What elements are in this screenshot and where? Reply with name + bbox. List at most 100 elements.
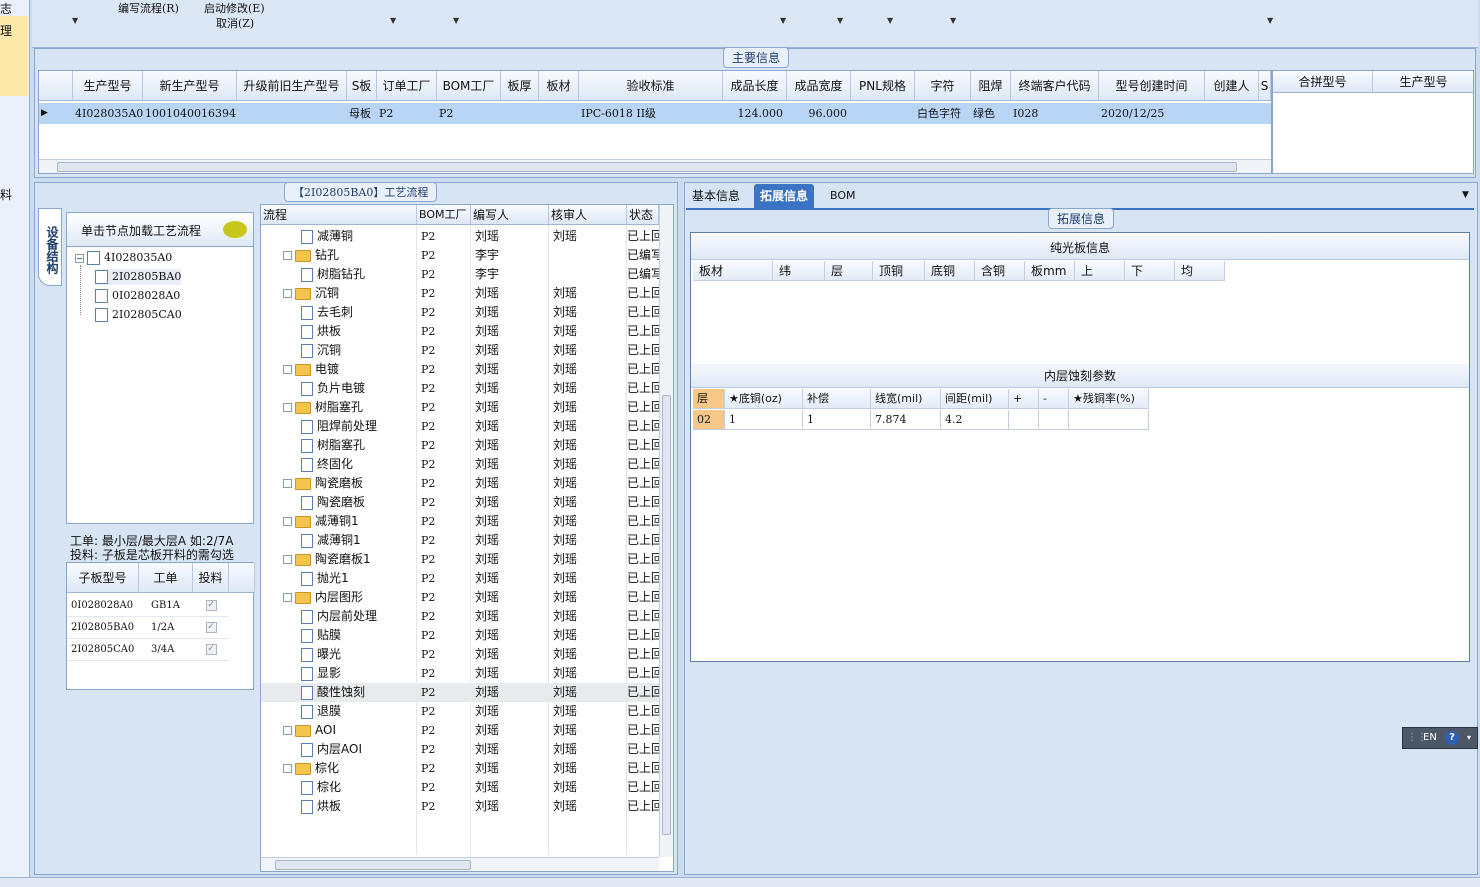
table-cell[interactable]: 96.000 [787,103,851,124]
collapse-icon[interactable] [283,289,292,298]
reviewer[interactable]: 刘瑶 [553,227,623,246]
column-header[interactable]: 状态 [627,205,659,225]
status[interactable]: 已上回 [627,303,659,322]
bom-factory[interactable]: P2 [421,797,469,816]
collapse-icon[interactable]: − [75,253,84,263]
table-cell[interactable]: 2020/12/25 [1099,103,1205,124]
reviewer[interactable]: 刘瑶 [553,645,623,664]
status[interactable]: 已上回 [627,360,659,379]
reviewer[interactable]: 刘瑶 [553,284,623,303]
writer[interactable]: 刘瑶 [475,417,545,436]
flow-row[interactable]: 减薄铜 P2 刘瑶 刘瑶 已上回 [261,227,659,246]
status[interactable]: 已上回 [627,417,659,436]
writer[interactable]: 刘瑶 [475,702,545,721]
bom-factory[interactable]: P2 [421,512,469,531]
table-cell[interactable] [501,103,539,124]
left-nav-item-2[interactable]: 理 [0,22,12,39]
bom-factory[interactable]: P2 [421,284,469,303]
column-header[interactable]: 升级前旧生产型号 [237,71,347,101]
column-header[interactable]: 成品长度 [723,71,787,101]
flow-step[interactable]: 烘板 [301,322,411,341]
collapse-icon[interactable] [283,251,292,260]
reviewer[interactable]: 刘瑶 [553,664,623,683]
flow-step[interactable]: 树脂塞孔 [283,398,411,417]
table-cell[interactable]: 母板 [347,103,377,124]
bom-factory[interactable]: P2 [421,569,469,588]
bom-factory[interactable]: P2 [421,759,469,778]
flow-row[interactable]: 贴膜 P2 刘瑶 刘瑶 已上回 [261,626,659,645]
collapse-icon[interactable] [283,555,292,564]
column-header[interactable]: PNL规格 [851,71,915,101]
load-flow-header[interactable]: 单击节点加载工艺流程 [66,212,254,248]
flow-step[interactable]: 减薄铜 [301,227,411,246]
column-header[interactable]: 核审人 [549,205,627,225]
tree-root-node[interactable]: − 4I028035A0 [75,250,172,266]
status[interactable]: 已上回 [627,284,659,303]
status[interactable]: 已上回 [627,645,659,664]
sub-board-feed[interactable]: ✓ [193,639,229,661]
flow-row[interactable]: 去毛刺 P2 刘瑶 刘瑶 已上回 [261,303,659,322]
status[interactable]: 已上回 [627,778,659,797]
column-header[interactable]: 补偿 [803,389,871,409]
help-icon[interactable]: ? [1445,731,1459,745]
language-bar[interactable]: ⋮⋮ EN ? ▾ [1402,727,1478,749]
column-header[interactable]: 验收标准 [579,71,723,101]
writer[interactable]: 李宇 [475,246,545,265]
writer[interactable]: 刘瑶 [475,721,545,740]
reviewer[interactable]: 刘瑶 [553,455,623,474]
reviewer[interactable]: 刘瑶 [553,531,623,550]
reviewer[interactable]: 刘瑶 [553,360,623,379]
column-header[interactable]: 间距(mil) [941,389,1009,409]
flow-row[interactable]: 树脂塞孔 P2 刘瑶 刘瑶 已上回 [261,398,659,417]
bom-factory[interactable]: P2 [421,664,469,683]
reviewer[interactable]: 刘瑶 [553,550,623,569]
flow-step[interactable]: 陶瓷磨板 [301,493,411,512]
flow-step[interactable]: 减薄铜1 [301,531,411,550]
status[interactable]: 已上回 [627,626,659,645]
flow-step[interactable]: 树脂钻孔 [301,265,411,284]
status[interactable]: 已上回 [627,740,659,759]
flow-row[interactable]: 负片电镀 P2 刘瑶 刘瑶 已上回 [261,379,659,398]
status[interactable]: 已上回 [627,664,659,683]
bom-factory[interactable]: P2 [421,398,469,417]
flow-row[interactable]: 退膜 P2 刘瑶 刘瑶 已上回 [261,702,659,721]
flow-row[interactable]: 内层图形 P2 刘瑶 刘瑶 已上回 [261,588,659,607]
writer[interactable]: 刘瑶 [475,550,545,569]
column-header[interactable]: S板 [347,71,377,101]
flow-step[interactable]: 陶瓷磨板1 [283,550,411,569]
flow-step[interactable]: 棕化 [283,759,411,778]
flow-row[interactable]: 内层AOI P2 刘瑶 刘瑶 已上回 [261,740,659,759]
flow-step[interactable]: 阻焊前处理 [301,417,411,436]
reviewer[interactable]: 刘瑶 [553,322,623,341]
bom-factory[interactable]: P2 [421,417,469,436]
flow-row[interactable]: 棕化 P2 刘瑶 刘瑶 已上回 [261,759,659,778]
flow-row[interactable]: 减薄铜1 P2 刘瑶 刘瑶 已上回 [261,531,659,550]
reviewer[interactable]: 刘瑶 [553,797,623,816]
dropdown-arrow-icon[interactable]: ▼ [837,16,843,25]
options-arrow-icon[interactable]: ▾ [1467,728,1471,748]
reviewer[interactable]: 刘瑶 [553,474,623,493]
column-header[interactable]: 生产型号 [73,71,143,101]
column-header[interactable]: 成品宽度 [787,71,851,101]
status[interactable]: 已上回 [627,512,659,531]
reviewer[interactable]: 刘瑶 [553,398,623,417]
horizontal-scrollbar[interactable] [39,159,1271,173]
writer[interactable]: 刘瑶 [475,569,545,588]
bom-factory[interactable]: P2 [421,455,469,474]
status[interactable]: 已上回 [627,341,659,360]
flow-step[interactable]: 抛光1 [301,569,411,588]
flow-step[interactable]: 显影 [301,664,411,683]
reviewer[interactable]: 刘瑶 [553,740,623,759]
collapse-icon[interactable] [283,764,292,773]
dropdown-arrow-icon[interactable]: ▼ [72,16,78,25]
column-header[interactable]: 终端客户代码 [1011,71,1099,101]
writer[interactable]: 刘瑶 [475,759,545,778]
table-cell[interactable]: 4I028035A0 [73,103,143,124]
column-header[interactable]: 生产型号 [1373,71,1473,93]
table-cell[interactable]: 02 [693,410,725,430]
reviewer[interactable] [553,246,623,265]
reviewer[interactable]: 刘瑶 [553,607,623,626]
column-header[interactable]: 底铜 [925,261,975,281]
table-cell[interactable]: IPC-6018 II级 [579,103,723,124]
feed-checkbox[interactable]: ✓ [205,622,217,633]
